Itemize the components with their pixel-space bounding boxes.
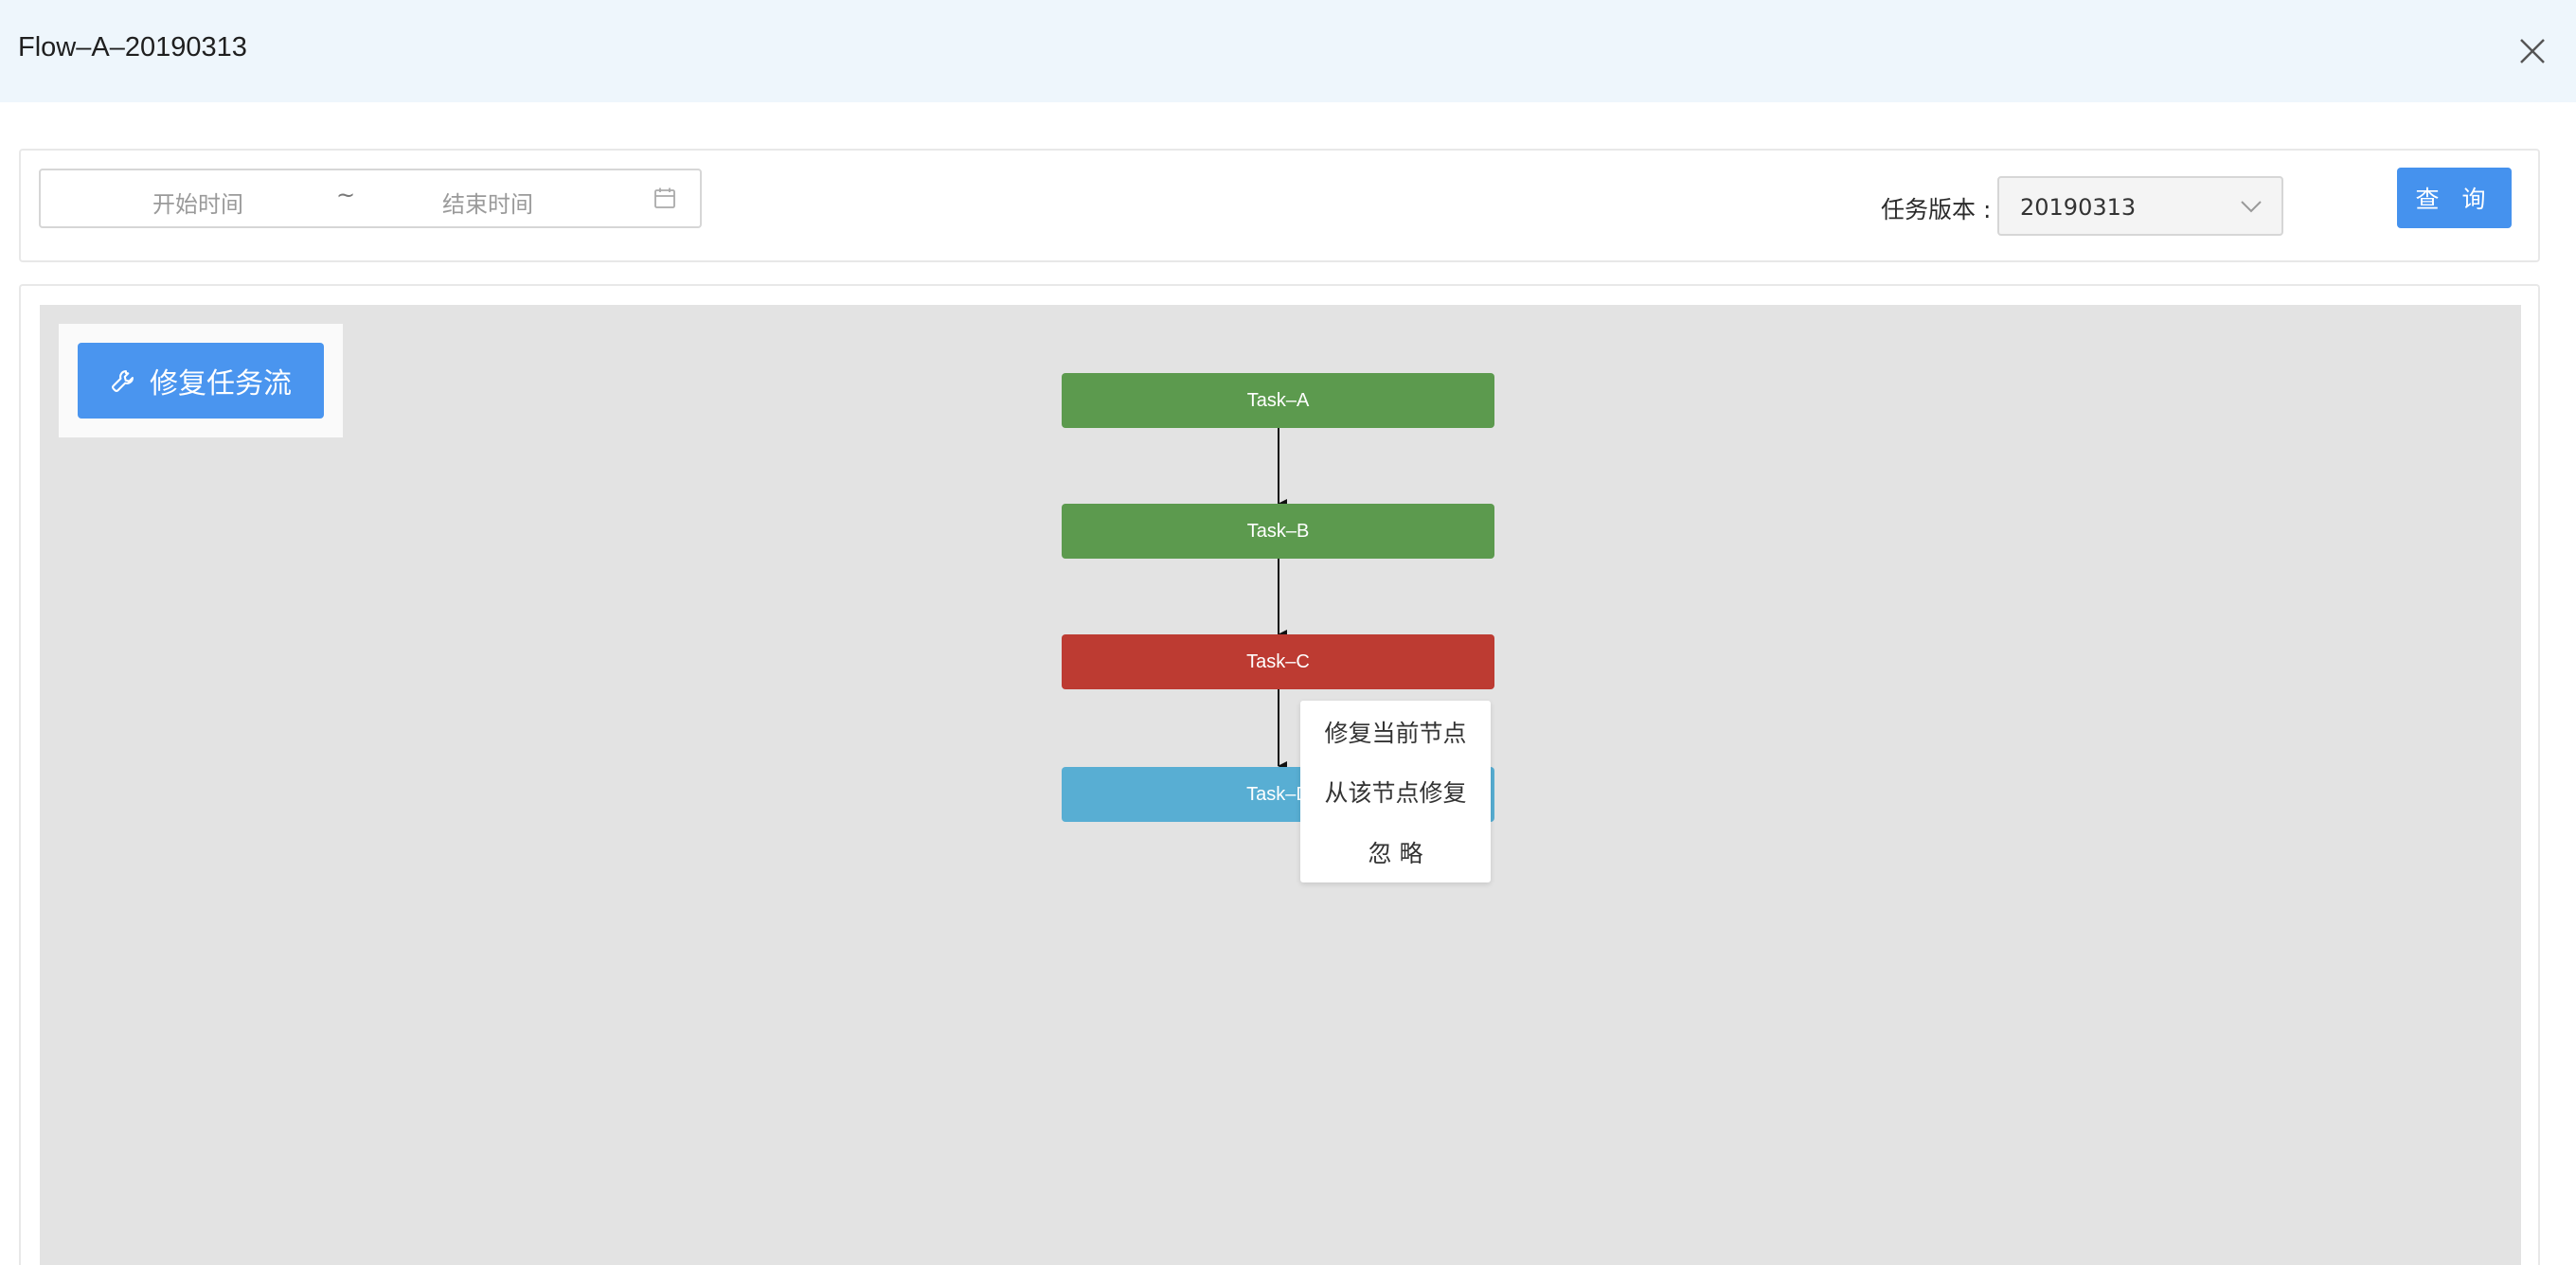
version-value: 20190313 — [2020, 194, 2137, 221]
dialog-header: Flow–A–20190313 — [0, 0, 2576, 102]
task-node-c[interactable]: Task–C — [1062, 634, 1494, 689]
chevron-down-icon — [2241, 201, 2262, 213]
version-label: 任务版本 : — [1881, 196, 1992, 223]
range-separator: ~ — [336, 182, 356, 208]
menu-item-repair-current[interactable]: 修复当前节点 — [1300, 704, 1491, 760]
menu-item-repair-from-node[interactable]: 从该节点修复 — [1300, 763, 1491, 820]
date-range-picker[interactable]: 开始时间 ~ 结束时间 — [39, 169, 702, 228]
wrench-icon — [112, 370, 134, 392]
close-icon[interactable] — [2515, 34, 2549, 68]
task-node-a[interactable]: Task–A — [1062, 373, 1494, 428]
query-button[interactable]: 查 询 — [2397, 168, 2512, 228]
calendar-icon[interactable] — [653, 187, 676, 209]
start-time-input[interactable]: 开始时间 — [152, 186, 243, 219]
version-select[interactable]: 20190313 — [1997, 176, 2283, 236]
end-time-input[interactable]: 结束时间 — [442, 186, 533, 219]
node-context-menu: 修复当前节点 从该节点修复 忽 略 — [1300, 701, 1491, 882]
task-node-b[interactable]: Task–B — [1062, 504, 1494, 559]
repair-flow-label: 修复任务流 — [150, 367, 292, 401]
menu-item-ignore[interactable]: 忽 略 — [1300, 824, 1491, 881]
dialog-title: Flow–A–20190313 — [18, 32, 247, 62]
repair-flow-button[interactable]: 修复任务流 — [78, 343, 324, 419]
